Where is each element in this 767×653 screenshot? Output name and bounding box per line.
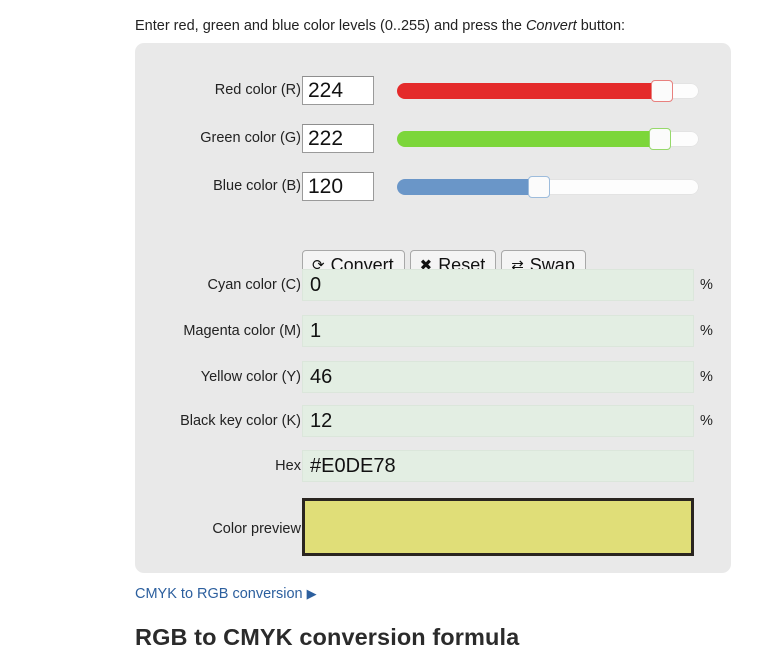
output-row-cyan: Cyan color (C): % (135, 268, 731, 302)
label-magenta: Magenta color (M): (183, 323, 305, 339)
label-yellow: Yellow color (Y): (200, 369, 305, 385)
intro-suffix: button: (576, 18, 626, 34)
red-input[interactable] (302, 76, 374, 105)
blue-slider-thumb[interactable] (528, 176, 551, 198)
red-slider-fill (397, 83, 663, 99)
triangle-right-icon: ▶ (306, 586, 317, 601)
output-row-magenta: Magenta color (M): % (135, 314, 731, 348)
green-slider[interactable] (397, 128, 699, 150)
blue-input[interactable] (302, 172, 374, 201)
hex-output[interactable] (302, 450, 694, 482)
color-preview-swatch (302, 498, 694, 556)
input-row-green: Green color (G): (135, 121, 731, 155)
black-key-output[interactable] (302, 405, 694, 437)
input-row-blue: Blue color (B): (135, 169, 731, 203)
yellow-unit: % (700, 369, 713, 385)
green-input[interactable] (302, 124, 374, 153)
label-black-key: Black key color (K): (180, 413, 305, 429)
label-blue: Blue color (B): (213, 178, 305, 194)
label-red: Red color (R): (214, 82, 305, 98)
cyan-unit: % (700, 277, 713, 293)
converter-panel: Red color (R): Green color (G): Blue col… (135, 43, 731, 573)
red-slider[interactable] (397, 80, 699, 102)
yellow-output[interactable] (302, 361, 694, 393)
output-row-yellow: Yellow color (Y): % (135, 360, 731, 394)
label-green: Green color (G): (200, 130, 305, 146)
cmyk-to-rgb-link[interactable]: CMYK to RGB conversion ▶ (135, 586, 317, 602)
page-root: Enter red, green and blue color levels (… (0, 0, 767, 653)
color-preview-row: Color preview: (135, 498, 731, 560)
input-row-red: Red color (R): (135, 73, 731, 107)
green-slider-fill (397, 131, 661, 147)
red-slider-thumb[interactable] (651, 80, 674, 102)
cyan-output[interactable] (302, 269, 694, 301)
blue-slider[interactable] (397, 176, 699, 198)
magenta-output[interactable] (302, 315, 694, 347)
blue-slider-fill (397, 179, 540, 195)
label-color-preview: Color preview: (212, 521, 305, 537)
magenta-unit: % (700, 323, 713, 339)
output-row-hex: Hex: (135, 449, 731, 483)
black-key-unit: % (700, 413, 713, 429)
output-row-black-key: Black key color (K): % (135, 404, 731, 438)
intro-emphasis: Convert (525, 18, 577, 34)
cmyk-to-rgb-link-label: CMYK to RGB conversion (135, 586, 303, 602)
intro-text: Enter red, green and blue color levels (… (135, 17, 625, 36)
label-cyan: Cyan color (C): (207, 277, 306, 293)
label-hex: Hex: (275, 458, 305, 474)
page-heading: RGB to CMYK conversion formula (135, 624, 520, 650)
intro-prefix: Enter red, green and blue color levels (… (135, 18, 526, 34)
green-slider-thumb[interactable] (649, 128, 672, 150)
